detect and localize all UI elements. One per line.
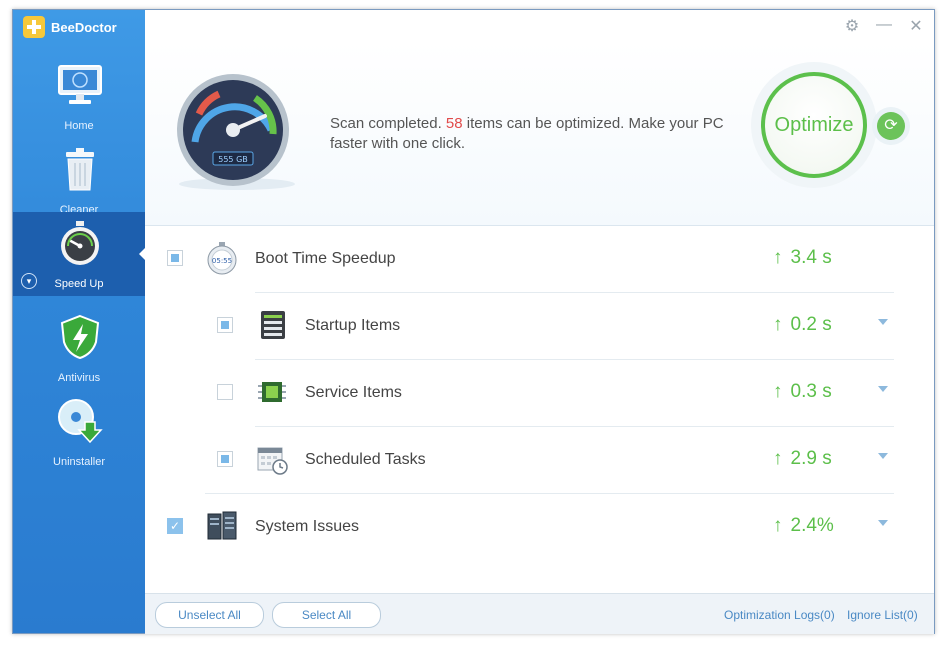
optimize-area: Optimize ⟳ [743,62,913,192]
row-label: Service Items [305,384,402,401]
disc-download-icon [58,399,103,444]
row-checkbox[interactable] [217,317,233,333]
list-item-startup-items: Startup Items ↑ 0.2 s [145,293,934,360]
stopwatch-icon: 05:55 [207,242,237,275]
arrow-up-icon: ↑ [773,247,783,268]
window-controls: ⚙ — ✕ [842,16,926,36]
row-label: Boot Time Speedup [255,250,396,267]
sidebar-item-antivirus[interactable]: Antivirus [13,306,145,390]
row-checkbox[interactable] [217,451,233,467]
optimizable-count: 58 [445,115,463,132]
gear-icon[interactable]: ⚙ [842,16,862,36]
row-value: ↑ 3.4 s [773,247,832,268]
sidebar-item-label: Uninstaller [53,456,105,468]
shield-icon [60,314,100,360]
speedometer-gauge-icon: 555 GB [177,74,295,190]
chevron-down-icon[interactable] [878,319,888,325]
startup-list-icon [261,311,285,339]
arrow-up-icon: ↑ [773,381,783,402]
sidebar: BeeDoctor Home Cleaner ▾ Speed Up Antivi… [13,10,145,633]
brand: BeeDoctor [23,15,117,39]
arrow-up-icon: ↑ [773,448,783,469]
optimization-logs-link[interactable]: Optimization Logs(0) [724,608,835,622]
main-panel: ⚙ — ✕ 555 GB Scan completed. 58 items ca… [145,10,934,634]
sidebar-item-label: Antivirus [57,372,101,384]
row-checkbox[interactable]: ✓ [167,518,183,534]
stopwatch-icon [61,221,99,265]
bee-logo-icon [23,16,45,38]
chevron-down-icon[interactable] [878,386,888,392]
svg-text:05:55: 05:55 [212,257,232,265]
optimize-button[interactable]: Optimize [761,72,867,178]
gauge-label: 555 GB [218,155,248,164]
app-title: BeeDoctor [51,19,117,35]
trash-icon [66,148,94,191]
scan-summary: 555 GB Scan completed. 58 items can be o… [145,42,934,226]
list-item-system-issues: ✓ System Issues ↑ 2.4% [145,494,934,561]
app-window: BeeDoctor Home Cleaner ▾ Speed Up Antivi… [12,9,935,634]
row-value: ↑ 2.4% [773,515,834,536]
chevron-down-icon[interactable] [878,453,888,459]
row-value: ↑ 2.9 s [773,448,832,469]
close-icon[interactable]: ✕ [906,16,926,36]
sidebar-item-home[interactable]: Home [13,54,145,138]
list-item-boot-time-speedup: 05:55 Boot Time Speedup ↑ 3.4 s [145,226,934,293]
minimize-icon[interactable]: — [874,16,894,36]
row-checkbox[interactable] [217,384,233,400]
list-item-scheduled-tasks: Scheduled Tasks ↑ 2.9 s [145,427,934,494]
footer-bar: Unselect All Select All Optimization Log… [145,593,934,634]
unselect-all-button[interactable]: Unselect All [155,602,264,628]
select-all-button[interactable]: Select All [272,602,381,628]
arrow-up-icon: ↑ [773,515,783,536]
scan-message-prefix: Scan completed. [330,115,446,132]
arrow-up-icon: ↑ [773,314,783,335]
monitor-icon [58,65,102,104]
row-label: System Issues [255,518,360,535]
list-item-service-items: Service Items ↑ 0.3 s [145,360,934,427]
rescan-icon[interactable]: ⟳ [877,112,905,140]
row-label: Startup Items [305,317,401,334]
sidebar-item-cleaner[interactable]: Cleaner [13,138,145,222]
ignore-list-link[interactable]: Ignore List(0) [847,608,918,622]
server-icon [207,511,237,540]
row-value: ↑ 0.3 s [773,381,832,402]
sidebar-item-uninstaller[interactable]: Uninstaller [13,390,145,474]
sidebar-item-speed-up[interactable]: ▾ Speed Up [13,212,145,296]
row-value: ↑ 0.2 s [773,314,832,335]
chip-icon [258,382,286,402]
calendar-clock-icon [257,447,288,475]
chevron-down-icon[interactable] [878,520,888,526]
row-label: Scheduled Tasks [305,451,426,468]
row-checkbox[interactable] [167,250,183,266]
scan-message: Scan completed. 58 items can be optimize… [330,114,740,154]
sidebar-item-label: Home [64,120,94,132]
sidebar-item-label: Speed Up [54,278,104,290]
